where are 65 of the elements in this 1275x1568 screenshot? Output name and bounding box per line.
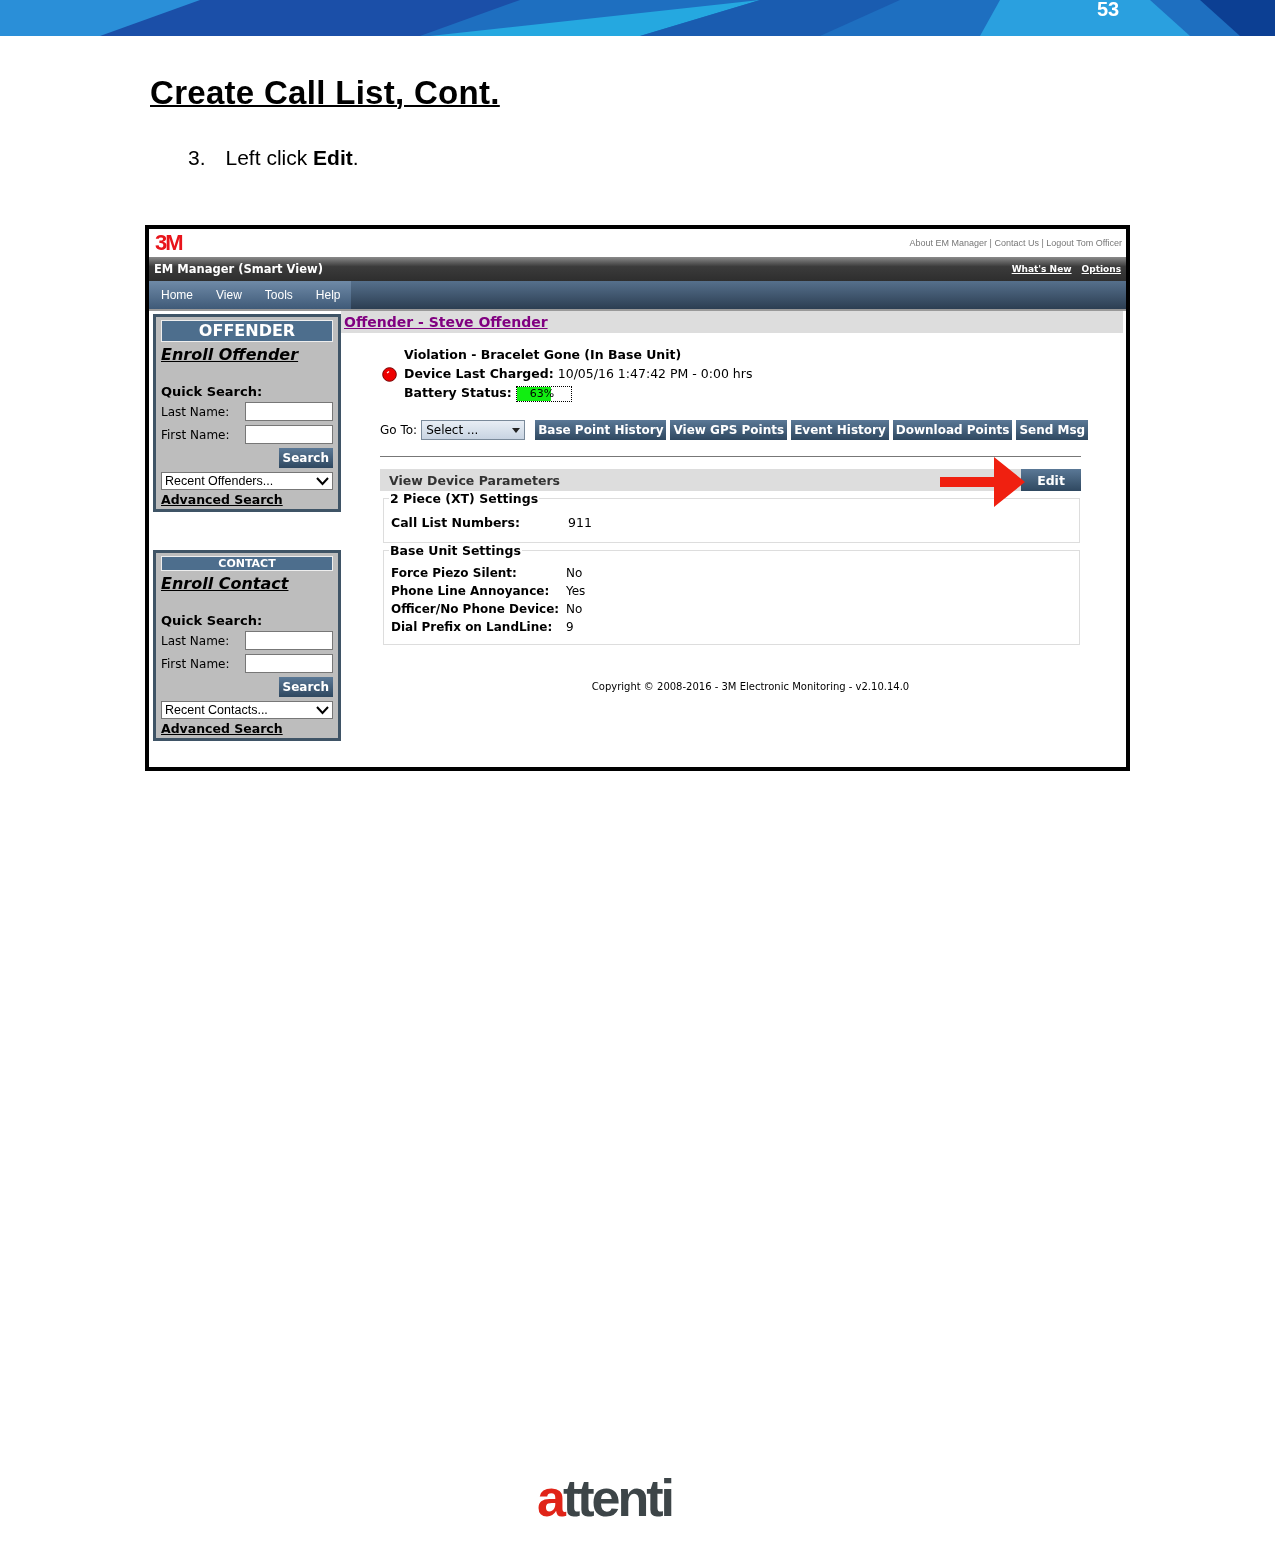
chevron-icon	[316, 476, 329, 486]
offender-link[interactable]: Offender - Steve Offender	[344, 314, 548, 330]
goto-select[interactable]: Select ...	[421, 420, 526, 440]
field-label: Last Name:	[161, 404, 230, 419]
panel-heading: OFFENDER	[161, 320, 333, 342]
step-number: 3.	[188, 146, 206, 170]
setting-label: Phone Line Annoyance:	[391, 583, 551, 600]
setting-value: 911	[568, 514, 592, 532]
panel-heading: CONTACT	[161, 556, 333, 571]
menu-item[interactable]: Tools	[264, 288, 293, 302]
field-label: First Name:	[161, 427, 230, 442]
app-title: EM Manager (Smart View)	[154, 262, 323, 276]
menu-item[interactable]: Help	[315, 288, 341, 302]
header-link[interactable]: Options	[1081, 264, 1121, 274]
action-button[interactable]: Send Msg	[1016, 420, 1089, 440]
page-number: 53	[1097, 0, 1120, 21]
advanced-search-link[interactable]: Advanced Search	[161, 492, 333, 507]
input-field[interactable]	[245, 631, 333, 650]
field-label: Last Name:	[161, 633, 230, 648]
copyright-text: Copyright © 2008-2016 - 3M Electronic Monitoring - v2.10.14.0	[590, 681, 911, 692]
advanced-search-link[interactable]: Advanced Search	[161, 721, 333, 736]
action-button[interactable]: Download Points	[892, 420, 1013, 440]
setting-label: Dial Prefix on LandLine:	[391, 619, 554, 636]
footer-logo: attenti	[537, 1469, 672, 1527]
enroll-link[interactable]: Enroll Offender	[161, 345, 333, 364]
setting-label: Force Piezo Silent:	[391, 565, 518, 582]
dropdown[interactable]: Recent Contacts...	[161, 701, 333, 719]
input-field[interactable]	[245, 654, 333, 673]
logo: 3M	[155, 230, 182, 256]
setting-value: No	[566, 565, 583, 582]
action-button[interactable]: View GPS Points	[670, 420, 788, 440]
search-button[interactable]: Search	[278, 677, 333, 697]
input-field[interactable]	[245, 425, 333, 444]
setting-label: Call List Numbers:	[391, 514, 521, 532]
page-heading: Create Call List, Cont.	[150, 74, 500, 112]
search-button[interactable]: Search	[278, 448, 333, 468]
field-label: Device Last Charged:	[404, 366, 554, 381]
group-title: Base Unit Settings	[389, 543, 522, 558]
field-label: Battery Status:	[404, 385, 512, 400]
header-link[interactable]: What's New	[1011, 264, 1072, 274]
field-label: First Name:	[161, 656, 230, 671]
quick-search-label: Quick Search:	[161, 384, 264, 399]
caret-icon	[512, 427, 521, 433]
setting-value: Yes	[566, 583, 586, 600]
step-text: Left click Edit.	[225, 146, 359, 170]
action-button[interactable]: Base Point History	[535, 420, 667, 440]
menu-item[interactable]: Home	[161, 288, 193, 302]
field-value: 10/05/16 1:47:42 PM - 0:00 hrs	[557, 366, 753, 381]
violation-text: Violation - Bracelet Gone (In Base Unit)	[404, 346, 683, 364]
enroll-link[interactable]: Enroll Contact	[161, 574, 333, 593]
setting-label: Officer/No Phone Device:	[391, 601, 561, 618]
input-field[interactable]	[245, 402, 333, 421]
chevron-icon	[316, 705, 329, 715]
parameters-title: View Device Parameters	[389, 472, 561, 488]
menu-item[interactable]: View	[216, 288, 242, 302]
edit-button[interactable]: Edit	[1021, 469, 1081, 491]
goto-label: Go To:	[380, 423, 418, 437]
setting-value: No	[566, 601, 583, 618]
header-links[interactable]: About EM Manager | Contact Us | Logout Tom Officer	[909, 238, 1122, 248]
group-title: 2 Piece (XT) Settings	[389, 491, 540, 506]
action-button[interactable]: Event History	[791, 420, 889, 440]
alert-dot-icon	[382, 367, 397, 382]
dropdown[interactable]: Recent Offenders...	[161, 472, 333, 490]
quick-search-label: Quick Search:	[161, 613, 264, 628]
setting-value: 9	[566, 619, 574, 636]
